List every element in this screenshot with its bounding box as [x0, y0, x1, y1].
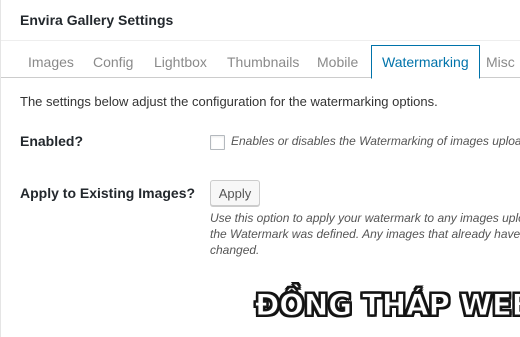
tab-lightbox[interactable]: Lightbox	[154, 47, 207, 77]
panel-header: Envira Gallery Settings	[1, 0, 520, 41]
apply-description-line-1: Use this option to apply your watermark …	[210, 211, 520, 225]
tab-config[interactable]: Config	[93, 47, 133, 77]
apply-description-line-2: the Watermark was defined. Any images th…	[210, 227, 520, 241]
tab-bar: Images Config Lightbox Thumbnails Mobile…	[1, 41, 520, 79]
intro-text: The settings below adjust the configurat…	[20, 94, 438, 109]
enabled-label: Enabled?	[20, 133, 84, 149]
enabled-checkbox[interactable]	[210, 135, 225, 150]
overlay-watermark-text: ĐỒNG THÁP WEB	[255, 288, 520, 323]
tab-mobile[interactable]: Mobile	[317, 47, 358, 77]
tab-images[interactable]: Images	[28, 47, 74, 77]
tab-thumbnails[interactable]: Thumbnails	[227, 47, 299, 77]
apply-existing-label: Apply to Existing Images?	[20, 185, 196, 201]
apply-description-line-3: changed.	[210, 243, 260, 257]
enabled-description: Enables or disables the Watermarking of …	[231, 134, 520, 148]
tab-watermarking[interactable]: Watermarking	[371, 45, 480, 79]
panel-title: Envira Gallery Settings	[20, 12, 174, 28]
apply-button[interactable]: Apply	[210, 180, 260, 206]
tab-misc[interactable]: Misc	[486, 47, 515, 77]
settings-panel: Envira Gallery Settings Images Config Li…	[0, 0, 520, 337]
